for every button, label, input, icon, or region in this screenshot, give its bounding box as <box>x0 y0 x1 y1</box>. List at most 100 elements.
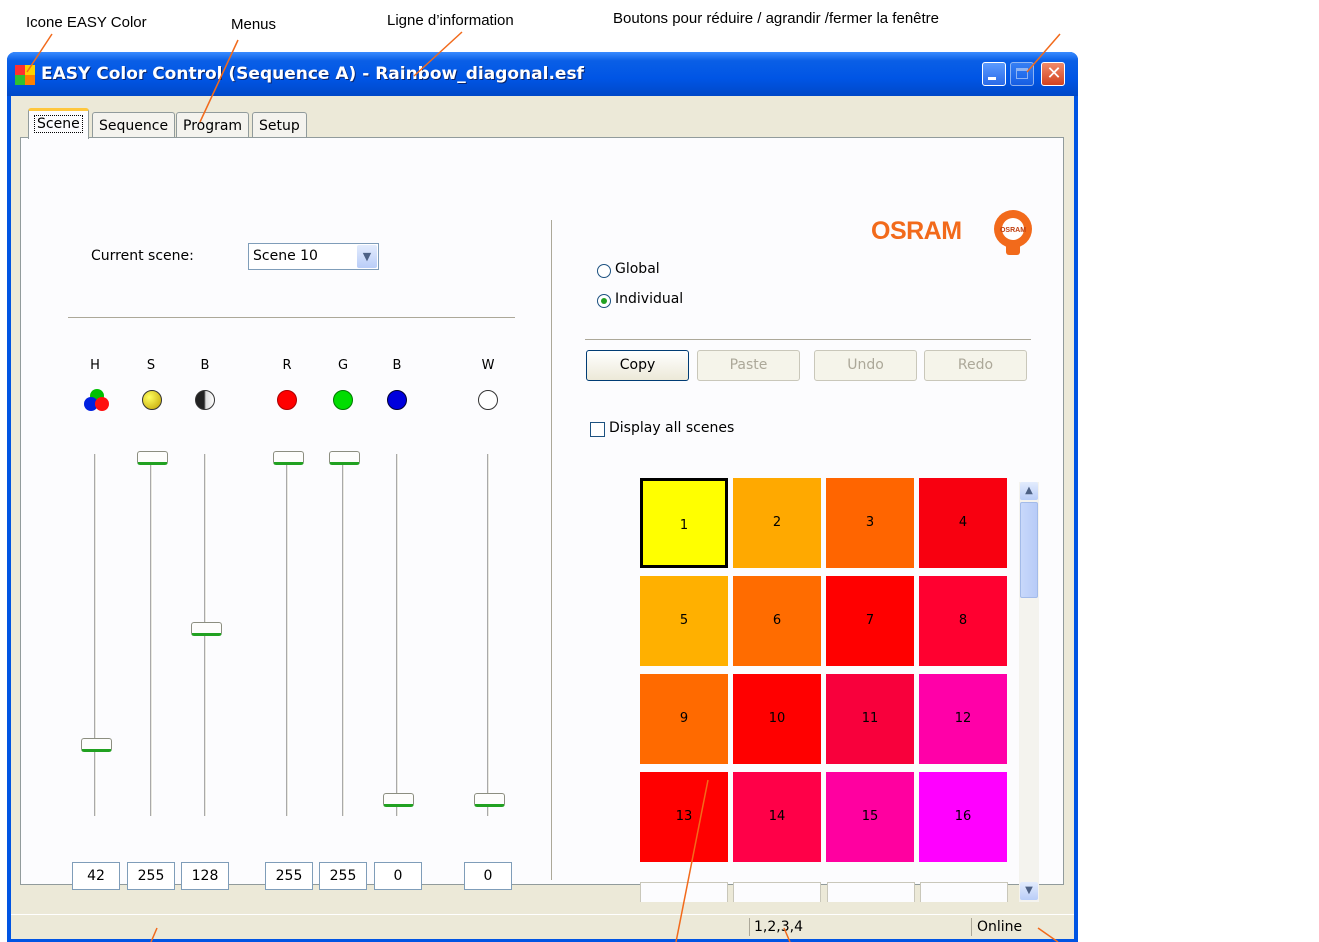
scene-cell-11[interactable]: 11 <box>826 674 914 764</box>
brightness-value-field[interactable]: 128 <box>181 862 229 890</box>
scene-cell-4[interactable]: 4 <box>919 478 1007 568</box>
scene-cell-empty <box>640 882 728 902</box>
window-title: EASY Color Control (Sequence A) - Rainbo… <box>41 64 584 84</box>
scroll-down-button[interactable]: ▼ <box>1020 882 1038 900</box>
global-radio[interactable] <box>597 264 611 278</box>
close-button[interactable]: ✕ <box>1041 62 1065 86</box>
tab-program[interactable]: Program <box>176 112 250 138</box>
scene-cell-3[interactable]: 3 <box>826 478 914 568</box>
status-separator <box>971 918 972 936</box>
scene-cell-8[interactable]: 8 <box>919 576 1007 666</box>
minimize-icon <box>988 77 996 80</box>
scene-cell-empty <box>827 882 915 902</box>
title-bar: EASY Color Control (Sequence A) - Rainbo… <box>7 52 1078 96</box>
red-slider-thumb[interactable] <box>273 451 304 465</box>
annotation-info-line: Ligne d’information <box>387 12 514 29</box>
scene-cell-15[interactable]: 15 <box>826 772 914 862</box>
scene-cell-9[interactable]: 9 <box>640 674 728 764</box>
saturation-value-field[interactable]: 255 <box>127 862 175 890</box>
osram-badge-text: OSRAM <box>1000 227 1026 234</box>
white-slider-thumb[interactable] <box>474 793 505 807</box>
green-value-field[interactable]: 255 <box>319 862 367 890</box>
blue-value-field[interactable]: 0 <box>374 862 422 890</box>
hue-slider-track <box>94 454 97 816</box>
annotation-menus: Menus <box>231 16 277 33</box>
chevron-down-icon[interactable]: ▼ <box>357 245 377 268</box>
maximize-button[interactable] <box>1010 62 1034 86</box>
tab-scene[interactable]: Scene <box>28 108 89 139</box>
annotation-window-buttons: Boutons pour réduire / agrandir /fermer … <box>613 10 940 27</box>
white-icon <box>478 390 498 410</box>
saturation-slider-thumb[interactable] <box>137 451 168 465</box>
scrollbar-thumb[interactable] <box>1020 502 1038 598</box>
undo-button[interactable]: Undo <box>814 350 917 381</box>
scene-scrollbar[interactable]: ▲ ▼ <box>1019 482 1039 902</box>
brightness-slider-thumb[interactable] <box>191 622 222 636</box>
minimize-button[interactable] <box>982 62 1006 86</box>
scene-cell-7[interactable]: 7 <box>826 576 914 666</box>
saturation-slider-track <box>150 454 153 816</box>
brightness-icon <box>195 390 215 410</box>
vertical-divider <box>551 220 552 880</box>
close-icon: ✕ <box>1046 63 1062 84</box>
status-connection: Online <box>977 919 1023 935</box>
current-scene-value: Scene 10 <box>253 248 318 264</box>
red-value-field[interactable]: 255 <box>265 862 313 890</box>
white-value-field[interactable]: 0 <box>464 862 512 890</box>
individual-label: Individual <box>615 291 684 307</box>
status-separator <box>749 918 750 936</box>
channel-label-s: S <box>146 358 156 373</box>
annotation-icon: Icone EASY Color <box>26 14 147 31</box>
global-label: Global <box>615 261 660 277</box>
blue-slider-thumb[interactable] <box>383 793 414 807</box>
scene-cell-14[interactable]: 14 <box>733 772 821 862</box>
scene-cell-empty <box>920 882 1008 902</box>
scroll-up-button[interactable]: ▲ <box>1020 482 1038 500</box>
status-universes: 1,2,3,4 <box>754 919 803 935</box>
osram-bulb-logo: OSRAM <box>994 210 1032 255</box>
chevron-up-icon: ▲ <box>1025 485 1033 496</box>
status-bar: 1,2,3,4 Online <box>11 914 1074 939</box>
red-icon <box>277 390 297 410</box>
divider <box>585 339 1031 340</box>
green-slider-thumb[interactable] <box>329 451 360 465</box>
current-scene-select[interactable]: Scene 10 ▼ <box>248 243 379 270</box>
scene-cell-2[interactable]: 2 <box>733 478 821 568</box>
channel-label-w: W <box>481 358 495 373</box>
divider <box>68 317 515 318</box>
scene-cell-10[interactable]: 10 <box>733 674 821 764</box>
scene-cell-6[interactable]: 6 <box>733 576 821 666</box>
current-scene-label: Current scene: <box>91 248 194 264</box>
scene-cell-1[interactable]: 1 <box>640 478 728 568</box>
hue-slider-thumb[interactable] <box>81 738 112 753</box>
client-area: Scene Sequence Program Setup Current sce… <box>11 96 1074 939</box>
red-slider-track <box>286 454 289 816</box>
tab-sequence[interactable]: Sequence <box>92 112 176 138</box>
hue-value-field[interactable]: 42 <box>72 862 120 890</box>
osram-logo-text: OSRAM <box>871 217 962 245</box>
easy-color-app-icon[interactable] <box>15 65 35 85</box>
app-window: EASY Color Control (Sequence A) - Rainbo… <box>7 52 1078 942</box>
white-slider-track <box>487 454 490 816</box>
scene-cell-13[interactable]: 13 <box>640 772 728 862</box>
display-all-scenes-label: Display all scenes <box>609 420 735 436</box>
channel-label-h: H <box>90 358 100 373</box>
saturation-icon <box>142 390 162 410</box>
tab-setup[interactable]: Setup <box>252 112 307 138</box>
scene-cell-5[interactable]: 5 <box>640 576 728 666</box>
blue-icon <box>387 390 407 410</box>
individual-radio[interactable] <box>597 294 611 308</box>
scene-cell-empty <box>733 882 821 902</box>
channel-label-g: G <box>337 358 349 373</box>
chevron-down-icon: ▼ <box>1025 885 1033 896</box>
copy-button[interactable]: Copy <box>586 350 689 381</box>
scene-cell-16[interactable]: 16 <box>919 772 1007 862</box>
channel-label-blue: B <box>392 358 402 373</box>
blue-slider-track <box>396 454 399 816</box>
green-icon <box>333 390 353 410</box>
display-all-scenes-checkbox[interactable] <box>590 422 605 437</box>
hue-icon <box>84 389 109 411</box>
paste-button[interactable]: Paste <box>697 350 800 381</box>
redo-button[interactable]: Redo <box>924 350 1027 381</box>
scene-cell-12[interactable]: 12 <box>919 674 1007 764</box>
